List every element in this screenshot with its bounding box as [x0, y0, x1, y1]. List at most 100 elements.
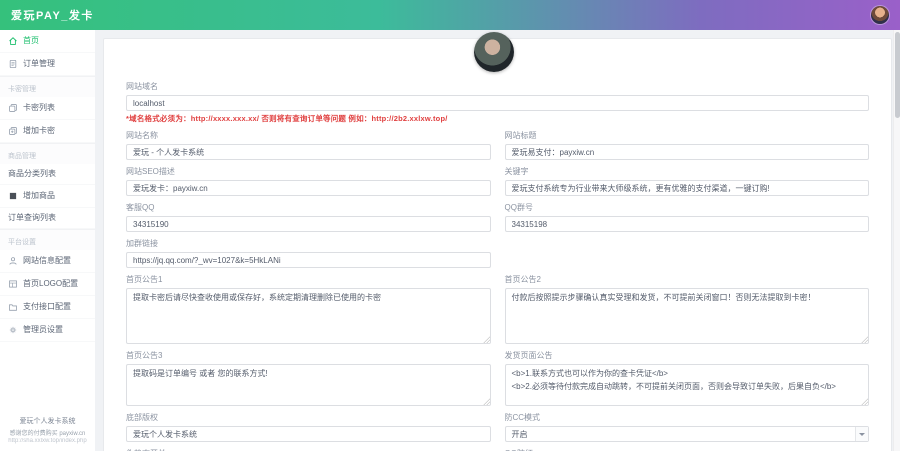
site-title-input[interactable]: [505, 144, 870, 160]
field-label-site-domain: 网站域名: [126, 81, 869, 92]
profile-avatar[interactable]: [474, 32, 514, 72]
field-label-notice1: 首页公告1: [126, 274, 491, 285]
form-row: 首页公告1 首页公告2: [126, 274, 869, 344]
field-label-site-name: 网站名称: [126, 130, 491, 141]
sidebar-item-首页[interactable]: 首页: [0, 30, 95, 53]
form-row: 网站名称 网站标题: [126, 130, 869, 160]
sidebar-section-label: 平台设置: [0, 229, 95, 250]
sidebar-item-卡密列表[interactable]: 卡密列表: [0, 97, 95, 120]
sidebar-item-label: 卡密列表: [23, 104, 55, 112]
field-label-notice2: 首页公告2: [505, 274, 870, 285]
site-settings-form: 网站域名 *域名格式必须为：http://xxxx.xxx.xx/ 否则将有查询订…: [126, 81, 869, 451]
service-qq-input[interactable]: [126, 216, 491, 232]
notice1-textarea[interactable]: [126, 288, 491, 344]
field-notice3: 首页公告3: [126, 350, 491, 406]
sidebar-item-label: 首页LOGO配置: [23, 280, 78, 288]
field-label-site-title: 网站标题: [505, 130, 870, 141]
site-domain-input[interactable]: [126, 95, 869, 111]
sidebar-item-订单查询列表[interactable]: 订单查询列表: [0, 208, 95, 229]
settings-card: 网站域名 *域名格式必须为：http://xxxx.xxx.xx/ 否则将有查询订…: [103, 38, 892, 451]
sidebar-footer: 爱玩个人发卡系统 感谢您的付费购买 payxiw.cn http://sha.x…: [0, 411, 95, 451]
sidebar-item-label: 网站信息配置: [23, 257, 71, 265]
field-label-keywords: 关键字: [505, 166, 870, 177]
notice3-textarea[interactable]: [126, 364, 491, 406]
field-label-notice3: 首页公告3: [126, 350, 491, 361]
add-card-icon: [8, 126, 18, 136]
cards-icon: [8, 103, 18, 113]
field-group-link: 加群链接: [126, 238, 491, 268]
sidebar-item-网站信息配置[interactable]: 网站信息配置: [0, 250, 95, 273]
sidebar-item-支付接口配置[interactable]: 支付接口配置: [0, 296, 95, 319]
scrollbar[interactable]: [893, 30, 900, 451]
field-service-qq: 客服QQ: [126, 202, 491, 232]
sidebar: 首页订单管理卡密管理卡密列表增加卡密商品管理商品分类列表增加商品订单查询列表平台…: [0, 30, 95, 451]
qq-group-input[interactable]: [505, 216, 870, 232]
keywords-input[interactable]: [505, 180, 870, 196]
field-label-service-qq: 客服QQ: [126, 202, 491, 213]
home-icon: [8, 36, 18, 46]
order-icon: [8, 59, 18, 69]
square-icon: [8, 191, 18, 201]
footer-copyright-input[interactable]: [126, 426, 491, 442]
top-header: 爱玩PAY_发卡: [0, 0, 900, 30]
sidebar-item-增加商品[interactable]: 增加商品: [0, 185, 95, 208]
chevron-down-icon[interactable]: [855, 427, 868, 441]
anti-cc-select[interactable]: 开启: [505, 426, 870, 442]
field-footer-copyright: 底部版权: [126, 412, 491, 442]
sidebar-footer-line3: http://sha.xxlxw.top/index.php: [3, 438, 92, 444]
grid-icon: [8, 279, 18, 289]
field-site-title: 网站标题: [505, 130, 870, 160]
sidebar-item-订单管理[interactable]: 订单管理: [0, 53, 95, 76]
sidebar-item-管理员设置[interactable]: 管理员设置: [0, 319, 95, 342]
sidebar-item-label: 增加卡密: [23, 127, 55, 135]
field-qq-group: QQ群号: [505, 202, 870, 232]
sidebar-section-label: 商品管理: [0, 143, 95, 164]
folder-icon: [8, 302, 18, 312]
sidebar-item-label: 商品分类列表: [8, 170, 56, 178]
form-row: 首页公告3 发货页面公告: [126, 350, 869, 406]
sidebar-section-label: 卡密管理: [0, 76, 95, 97]
site-name-input[interactable]: [126, 144, 491, 160]
form-row: 底部版权 防CC模式开启: [126, 412, 869, 442]
sidebar-item-label: 管理员设置: [23, 326, 63, 334]
anti-cc-select-value: 开启: [512, 429, 528, 440]
field-label-seo-desc: 网站SEO描述: [126, 166, 491, 177]
sidebar-item-label: 增加商品: [23, 192, 55, 200]
sidebar-item-label: 订单管理: [23, 60, 55, 68]
field-hint-site-domain: *域名格式必须为：http://xxxx.xxx.xx/ 否则将有查询订单等问题…: [126, 113, 869, 124]
field-label-group-link: 加群链接: [126, 238, 491, 249]
field-keywords: 关键字: [505, 166, 870, 196]
form-row: 网站域名 *域名格式必须为：http://xxxx.xxx.xx/ 否则将有查询订…: [126, 81, 869, 124]
sidebar-item-label: 支付接口配置: [23, 303, 71, 311]
field-label-qq-group: QQ群号: [505, 202, 870, 213]
notice2-textarea[interactable]: [505, 288, 870, 344]
sidebar-nav: 首页订单管理卡密管理卡密列表增加卡密商品管理商品分类列表增加商品订单查询列表平台…: [0, 30, 95, 342]
sidebar-item-商品分类列表[interactable]: 商品分类列表: [0, 164, 95, 185]
form-row: 网站SEO描述 关键字: [126, 166, 869, 196]
field-anti-cc: 防CC模式开启: [505, 412, 870, 442]
field-delivery-notice: 发货页面公告: [505, 350, 870, 406]
sidebar-footer-line1: 爱玩个人发卡系统: [3, 416, 92, 426]
scrollbar-thumb[interactable]: [895, 32, 900, 118]
empty-cell: [505, 238, 870, 268]
seo-desc-input[interactable]: [126, 180, 491, 196]
sidebar-footer-line2: 感谢您的付费购买 payxiw.cn: [3, 428, 92, 437]
main-area: 网站域名 *域名格式必须为：http://xxxx.xxx.xx/ 否则将有查询订…: [95, 30, 893, 451]
user-icon: [8, 256, 18, 266]
field-notice2: 首页公告2: [505, 274, 870, 344]
app-root: 爱玩PAY_发卡 首页订单管理卡密管理卡密列表增加卡密商品管理商品分类列表增加商…: [0, 0, 900, 451]
field-label-footer-copyright: 底部版权: [126, 412, 491, 423]
field-notice1: 首页公告1: [126, 274, 491, 344]
field-site-name: 网站名称: [126, 130, 491, 160]
delivery-notice-textarea[interactable]: [505, 364, 870, 406]
sidebar-item-首页LOGO配置[interactable]: 首页LOGO配置: [0, 273, 95, 296]
sidebar-item-label: 订单查询列表: [8, 214, 56, 222]
form-row: 客服QQ QQ群号: [126, 202, 869, 232]
field-label-delivery-notice: 发货页面公告: [505, 350, 870, 361]
app-title: 爱玩PAY_发卡: [11, 7, 94, 23]
header-avatar[interactable]: [871, 6, 889, 24]
sidebar-item-label: 首页: [23, 37, 39, 45]
field-site-domain: 网站域名 *域名格式必须为：http://xxxx.xxx.xx/ 否则将有查询订…: [126, 81, 869, 124]
sidebar-item-增加卡密[interactable]: 增加卡密: [0, 120, 95, 143]
group-link-input[interactable]: [126, 252, 491, 268]
